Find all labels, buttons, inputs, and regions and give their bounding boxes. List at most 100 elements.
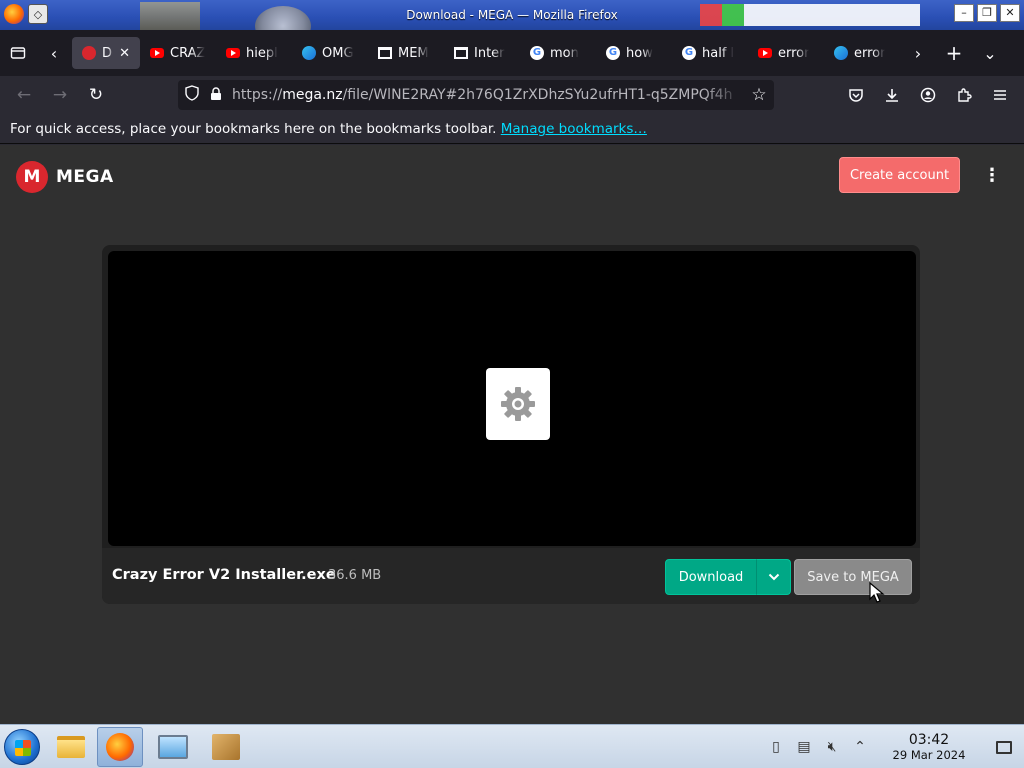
puzzle-icon bbox=[958, 88, 972, 102]
page-content: M MEGA Create account ⋮ Crazy Error V2 I… bbox=[0, 145, 1024, 724]
tab[interactable]: CRAZ bbox=[140, 37, 216, 69]
tab[interactable]: error bbox=[824, 37, 900, 69]
network-icon[interactable]: ▯ bbox=[762, 739, 790, 755]
folder-icon bbox=[57, 736, 85, 758]
volume-muted-icon[interactable]: 🔇︎ bbox=[818, 739, 846, 755]
tab-label: Do bbox=[102, 45, 113, 61]
plus-icon: + bbox=[945, 41, 963, 65]
scroll-tabs-left-button[interactable]: ‹ bbox=[36, 35, 72, 71]
taskbar: ▯ ▤ 🔇︎ ⌃ 03:42 29 Mar 2024 bbox=[0, 724, 1024, 768]
account-button[interactable] bbox=[910, 79, 946, 111]
tab-list-icon bbox=[10, 47, 26, 59]
bookmarks-toolbar: For quick access, place your bookmarks h… bbox=[0, 114, 1024, 144]
tab-label: error bbox=[854, 45, 886, 61]
address-bar[interactable]: https://mega.nz/file/WlNE2RAY#2h76Q1ZrXD… bbox=[178, 80, 774, 110]
more-options-icon[interactable]: ⋮ bbox=[980, 163, 1004, 189]
tab-download-mega[interactable]: Do ✕ bbox=[72, 37, 140, 69]
minimize-button[interactable]: – bbox=[954, 4, 974, 22]
edge-favicon-icon bbox=[834, 46, 848, 60]
back-button[interactable]: ← bbox=[6, 79, 42, 111]
lock-icon[interactable] bbox=[206, 86, 226, 104]
mega-favicon-icon bbox=[82, 46, 96, 60]
url-path: /file/WlNE2RAY#2h76Q1ZrXDhzSYu2ufrHT1-q5… bbox=[342, 87, 733, 103]
scroll-tabs-right-button[interactable]: › bbox=[900, 35, 936, 71]
tab[interactable]: Ghow bbox=[596, 37, 672, 69]
tracking-protection-shield-icon[interactable] bbox=[178, 85, 206, 105]
chevron-up-icon[interactable]: ⌃ bbox=[846, 739, 874, 755]
clipboard-icon[interactable]: ▤ bbox=[790, 739, 818, 755]
tab-label: how bbox=[626, 45, 653, 61]
close-tab-icon[interactable]: ✕ bbox=[119, 46, 130, 61]
monitor-icon bbox=[158, 735, 188, 759]
tab-label: error bbox=[778, 45, 810, 61]
clock[interactable]: 03:42 29 Mar 2024 bbox=[874, 732, 984, 762]
app-menu-button[interactable] bbox=[982, 79, 1018, 111]
taskbar-file-manager[interactable] bbox=[48, 727, 94, 767]
youtube-favicon-icon bbox=[758, 48, 772, 58]
taskbar-archive-manager[interactable] bbox=[203, 727, 249, 767]
tab[interactable]: Inter bbox=[444, 37, 520, 69]
file-preview bbox=[108, 251, 916, 546]
downloads-button[interactable] bbox=[874, 79, 910, 111]
arrow-right-icon: → bbox=[52, 85, 68, 105]
mega-logo-text: MEGA bbox=[56, 167, 114, 187]
bookmark-star-icon[interactable]: ☆ bbox=[744, 85, 774, 105]
taskbar-firefox[interactable] bbox=[97, 727, 143, 767]
taskbar-system-monitor[interactable] bbox=[150, 727, 196, 767]
mega-logo[interactable]: M MEGA bbox=[16, 161, 114, 193]
youtube-favicon-icon bbox=[150, 48, 164, 58]
package-icon bbox=[212, 734, 240, 760]
google-favicon-icon: G bbox=[682, 46, 696, 60]
bookmarks-hint-text: For quick access, place your bookmarks h… bbox=[10, 121, 497, 137]
tab[interactable]: Ghalf l bbox=[672, 37, 748, 69]
tab-label: CRAZ bbox=[170, 45, 206, 61]
extensions-button[interactable] bbox=[946, 79, 982, 111]
tab[interactable]: OMG bbox=[292, 37, 368, 69]
file-name: Crazy Error V2 Installer.exe bbox=[112, 567, 336, 583]
download-options-button[interactable] bbox=[756, 559, 791, 595]
tab-label: mon bbox=[550, 45, 579, 61]
navigation-toolbar: ← → ↻ https://mega.nz/file/WlNE2RAY#2h76… bbox=[0, 76, 1024, 114]
url-protocol: https:// bbox=[232, 87, 283, 103]
tab-bar: ‹ Do ✕ CRAZ hiepl OMG MEM Inter Gmon Gho… bbox=[0, 30, 1024, 76]
gear-icon bbox=[501, 387, 535, 421]
download-button[interactable]: Download bbox=[665, 559, 757, 595]
file-card: Crazy Error V2 Installer.exe 36.6 MB Dow… bbox=[102, 245, 920, 604]
desktop-icon bbox=[996, 740, 1012, 754]
firefox-icon bbox=[106, 733, 134, 761]
arrow-left-icon: ← bbox=[16, 85, 32, 105]
url-text[interactable]: https://mega.nz/file/WlNE2RAY#2h76Q1ZrXD… bbox=[226, 87, 744, 103]
save-to-mega-button[interactable]: Save to MEGA bbox=[794, 559, 912, 595]
tab[interactable]: MEM bbox=[368, 37, 444, 69]
archive-favicon-icon bbox=[378, 47, 392, 59]
show-desktop-button[interactable] bbox=[984, 740, 1024, 754]
start-button[interactable] bbox=[4, 729, 40, 765]
file-info-row: Crazy Error V2 Installer.exe 36.6 MB Dow… bbox=[102, 548, 920, 604]
edge-favicon-icon bbox=[302, 46, 316, 60]
tab-label: OMG bbox=[322, 45, 354, 61]
tab-label: Inter bbox=[474, 45, 505, 61]
tab[interactable]: Gmon bbox=[520, 37, 596, 69]
window-titlebar: ◇ Download - MEGA — Mozilla Firefox – ❐ … bbox=[0, 0, 1024, 46]
tab-label: MEM bbox=[398, 45, 429, 61]
tab[interactable]: error bbox=[748, 37, 824, 69]
forward-button[interactable]: → bbox=[42, 79, 78, 111]
close-window-button[interactable]: ✕ bbox=[1000, 4, 1020, 22]
manage-bookmarks-link[interactable]: Manage bookmarks… bbox=[501, 121, 647, 137]
download-icon bbox=[886, 89, 898, 102]
google-favicon-icon: G bbox=[530, 46, 544, 60]
tab-overview-button[interactable] bbox=[0, 35, 36, 71]
tab[interactable]: hiepl bbox=[216, 37, 292, 69]
pocket-icon bbox=[849, 89, 863, 102]
reload-button[interactable]: ↻ bbox=[78, 79, 114, 111]
window-title: Download - MEGA — Mozilla Firefox bbox=[406, 8, 618, 22]
list-all-tabs-button[interactable]: ⌄ bbox=[972, 35, 1008, 71]
new-tab-button[interactable]: + bbox=[936, 35, 972, 71]
file-size: 36.6 MB bbox=[328, 568, 382, 583]
pocket-button[interactable] bbox=[838, 79, 874, 111]
url-host: mega.nz bbox=[282, 87, 343, 103]
create-account-button[interactable]: Create account bbox=[839, 157, 960, 193]
chevron-left-icon: ‹ bbox=[50, 43, 58, 63]
maximize-button[interactable]: ❐ bbox=[977, 4, 997, 22]
chevron-right-icon: › bbox=[914, 43, 922, 63]
